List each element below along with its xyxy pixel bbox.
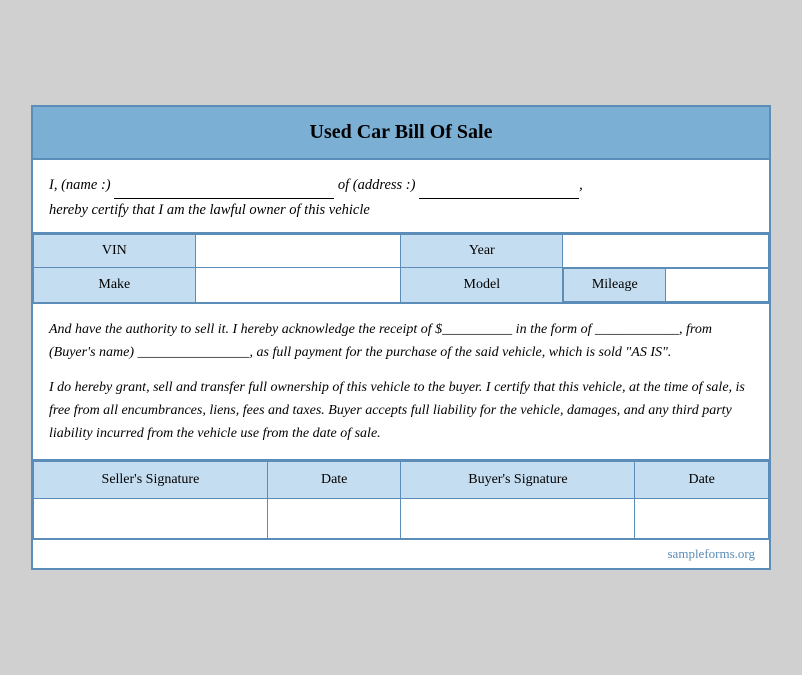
make-header: Make (34, 267, 196, 303)
buyer-signature-value[interactable] (401, 499, 635, 539)
watermark: sampleforms.org (33, 540, 769, 568)
body-section: And have the authority to sell it. I her… (33, 304, 769, 461)
year-header: Year (401, 234, 563, 267)
document: Used Car Bill Of Sale I, (name :) of (ad… (31, 105, 771, 569)
date1-value[interactable] (267, 499, 401, 539)
date2-value[interactable] (635, 499, 769, 539)
date2-header: Date (635, 462, 769, 499)
intro-section: I, (name :) of (address :) , hereby cert… (33, 160, 769, 233)
vehicle-table: VIN Year Make Model Mileage (33, 234, 769, 304)
model-mileage-cell: Mileage (563, 267, 769, 303)
intro-name-prefix: I, (name :) (49, 177, 111, 193)
name-field[interactable] (114, 174, 334, 198)
signature-table: Seller's Signature Date Buyer's Signatur… (33, 461, 769, 540)
seller-signature-header: Seller's Signature (34, 462, 268, 499)
mileage-value[interactable] (666, 268, 768, 301)
mileage-header: Mileage (564, 268, 666, 301)
buyer-signature-header: Buyer's Signature (401, 462, 635, 499)
intro-line2: hereby certify that I am the lawful owne… (49, 202, 370, 218)
address-field[interactable] (419, 174, 579, 198)
document-title: Used Car Bill Of Sale (33, 107, 769, 160)
make-value[interactable] (195, 267, 401, 303)
body-paragraph-2: I do hereby grant, sell and transfer ful… (49, 376, 753, 445)
intro-address-prefix: of (address :) (338, 177, 416, 193)
year-value[interactable] (563, 234, 769, 267)
date1-header: Date (267, 462, 401, 499)
vin-value[interactable] (195, 234, 401, 267)
model-header: Model (401, 267, 563, 303)
seller-signature-value[interactable] (34, 499, 268, 539)
body-paragraph-1: And have the authority to sell it. I her… (49, 318, 753, 364)
vin-header: VIN (34, 234, 196, 267)
